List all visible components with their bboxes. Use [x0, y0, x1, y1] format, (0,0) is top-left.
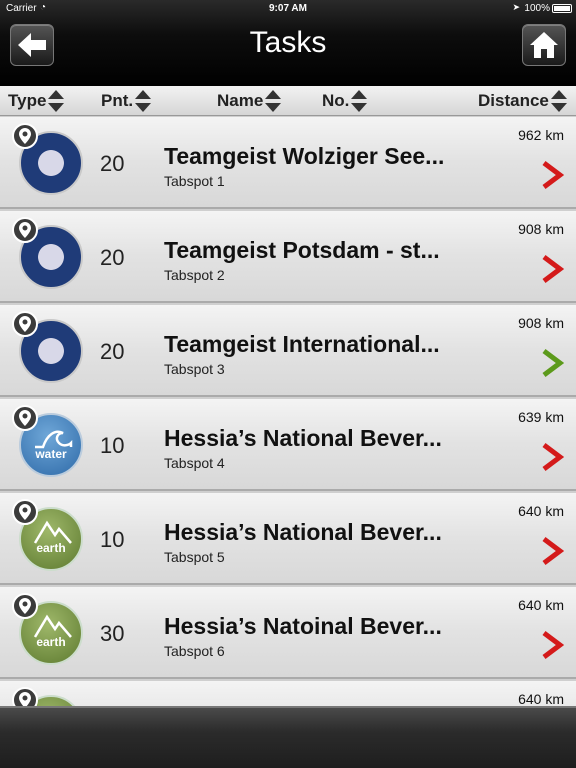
status-bar: Carrier ◔ 9:07 AM ➤ 100% — [0, 0, 576, 18]
home-button[interactable] — [522, 24, 566, 66]
chevron-right-icon[interactable] — [540, 349, 564, 377]
task-points: 10 — [100, 433, 125, 458]
task-name: Hessia’s National Bever... — [164, 425, 442, 451]
task-row[interactable]: earth 30 Hessia’s Natoinal Bever... Tabs… — [0, 587, 576, 679]
task-points: 30 — [100, 621, 125, 646]
column-type-label: Type — [8, 91, 47, 110]
column-name-label: Name — [217, 91, 264, 110]
task-subtitle: Tabspot 3 — [164, 361, 225, 377]
sort-distance-header[interactable]: Distance — [478, 86, 567, 116]
chevron-right-icon[interactable] — [540, 631, 564, 659]
task-name: Teamgeist International... — [164, 331, 440, 357]
task-distance: 639 km — [518, 409, 564, 425]
task-row[interactable]: water 10 Hessia’s National Bever... Tabs… — [0, 399, 576, 491]
task-points: 20 — [100, 245, 125, 270]
page-title: Tasks — [249, 26, 327, 59]
chevron-right-icon[interactable] — [540, 255, 564, 283]
task-points: 10 — [100, 527, 125, 552]
map-pin-icon — [12, 593, 38, 619]
map-pin-icon — [12, 405, 38, 431]
chevron-right-icon[interactable] — [540, 161, 564, 189]
map-pin-icon — [12, 687, 38, 707]
task-row[interactable]: 20 Teamgeist International... Tabspot 3 … — [0, 305, 576, 397]
task-row[interactable]: earth 10 Hessia’s National Bever... Tabs… — [0, 493, 576, 585]
task-subtitle: Tabspot 2 — [164, 267, 225, 283]
column-distance-label: Distance — [478, 91, 549, 110]
task-row[interactable]: 20 Teamgeist Potsdam - st... Tabspot 2 9… — [0, 211, 576, 303]
task-name: Teamgeist Wolziger See... — [164, 143, 445, 169]
badge-label: earth — [36, 635, 66, 649]
task-distance: 640 km — [518, 597, 564, 613]
sort-name-header[interactable]: Name — [217, 86, 282, 116]
task-name: Hessia’s Natoinal Bever... — [164, 613, 442, 639]
column-header-row: Type Pnt. Name No. Distance — [0, 86, 576, 116]
task-distance: 640 km — [518, 503, 564, 519]
sort-arrows-icon — [48, 90, 65, 112]
task-points: 20 — [100, 151, 125, 176]
badge-label: earth — [36, 541, 66, 555]
column-points-label: Pnt. — [101, 91, 134, 110]
sort-number-header[interactable]: No. — [322, 86, 368, 116]
chevron-right-icon[interactable] — [540, 443, 564, 471]
task-distance: 962 km — [518, 127, 564, 143]
map-pin-icon — [12, 123, 38, 149]
task-subtitle: Tabspot 6 — [164, 643, 225, 659]
sort-arrows-icon — [550, 90, 567, 112]
chevron-right-icon[interactable] — [540, 537, 564, 565]
home-icon — [530, 32, 558, 58]
map-pin-icon — [12, 217, 38, 243]
map-pin-icon — [12, 311, 38, 337]
navigation-bar: Carrier ◔ 9:07 AM ➤ 100% Tasks — [0, 0, 576, 86]
task-subtitle: Tabspot 1 — [164, 173, 225, 189]
map-pin-icon — [12, 499, 38, 525]
battery-percent: 100% — [524, 3, 550, 14]
task-name: Hessia’s National Bever... — [164, 519, 442, 545]
task-distance: 908 km — [518, 315, 564, 331]
task-row[interactable]: 20 Teamgeist Wolziger See... Tabspot 1 9… — [0, 117, 576, 209]
location-icon: ➤ — [512, 2, 520, 12]
task-name: Teamgeist Potsdam - st... — [164, 237, 440, 263]
sort-arrows-icon — [135, 90, 152, 112]
sort-type-header[interactable]: Type — [8, 86, 65, 116]
task-points: 20 — [100, 339, 125, 364]
sort-arrows-icon — [351, 90, 368, 112]
status-time: 9:07 AM — [269, 3, 307, 14]
bottom-toolbar — [0, 706, 576, 768]
task-row[interactable]: 640 km — [0, 681, 576, 707]
sort-arrows-icon — [265, 90, 282, 112]
sort-points-header[interactable]: Pnt. — [101, 86, 152, 116]
battery-icon — [552, 4, 572, 13]
task-list[interactable]: 20 Teamgeist Wolziger See... Tabspot 1 9… — [0, 117, 576, 707]
task-subtitle: Tabspot 5 — [164, 549, 225, 565]
badge-label: water — [35, 447, 67, 461]
task-subtitle: Tabspot 4 — [164, 455, 225, 471]
task-distance: 640 km — [518, 691, 564, 707]
column-number-label: No. — [322, 91, 350, 110]
task-distance: 908 km — [518, 221, 564, 237]
